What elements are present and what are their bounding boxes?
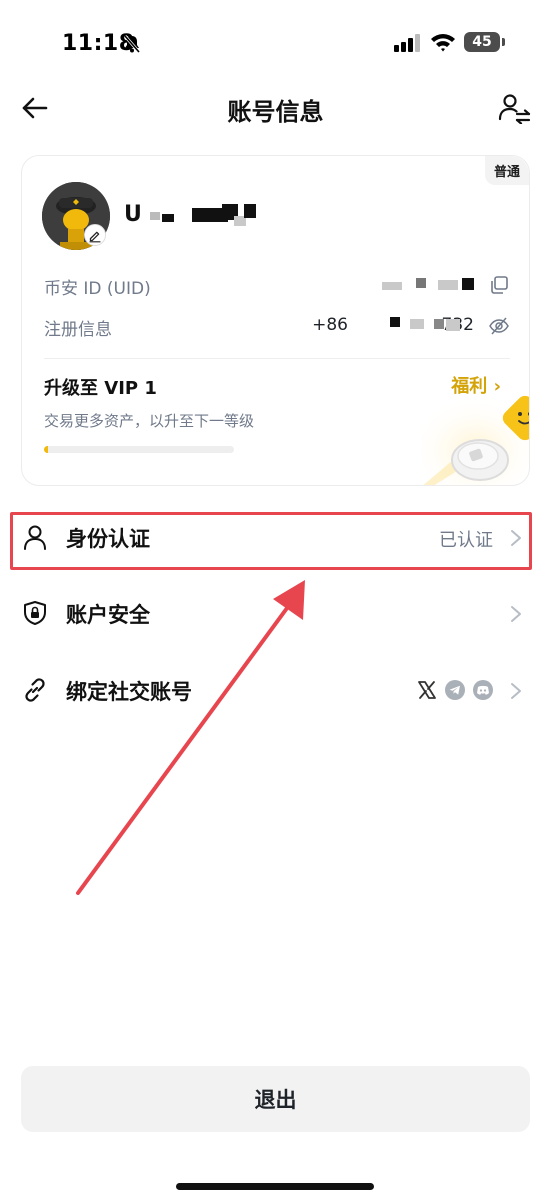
eye-off-icon[interactable]	[488, 315, 510, 337]
uid-label: 币安 ID (UID)	[44, 279, 151, 299]
chevron-right-icon	[511, 606, 521, 622]
page-title: 账号信息	[227, 98, 324, 126]
x-icon	[418, 681, 436, 699]
battery-cap	[502, 38, 505, 46]
register-label: 注册信息	[44, 320, 112, 340]
vip-progress-fill	[44, 446, 48, 453]
switch-account-icon[interactable]	[498, 92, 532, 124]
battery-indicator: 45	[464, 32, 500, 52]
copy-icon[interactable]	[488, 274, 510, 296]
link-icon	[25, 678, 45, 702]
shield-lock-icon	[24, 601, 46, 625]
redacted-block	[244, 204, 256, 218]
register-row: 注册信息 +86 732	[44, 313, 510, 341]
divider	[44, 358, 510, 359]
menu-label: 绑定社交账号	[66, 680, 192, 704]
signal-icon	[394, 34, 420, 52]
register-value: +86	[312, 315, 348, 335]
uid-row: 币安 ID (UID)	[44, 272, 510, 300]
redacted-block	[390, 317, 400, 327]
logout-button[interactable]: 退出	[21, 1066, 530, 1132]
discord-icon	[473, 680, 493, 700]
redacted-block	[446, 319, 460, 331]
account-tier-badge: 普通	[484, 156, 529, 185]
telegram-icon	[445, 680, 465, 700]
menu-label: 身份认证	[66, 527, 150, 551]
verification-status: 已认证	[439, 530, 493, 551]
nav-bar: 账号信息	[0, 80, 551, 136]
status-bar: 11:18 45	[0, 28, 551, 64]
bell-off-icon	[123, 35, 141, 53]
person-icon	[24, 525, 46, 550]
username: U	[124, 202, 143, 227]
vip-upgrade-title: 升级至 VIP 1	[44, 378, 157, 399]
vip-mascot-icon	[420, 394, 529, 485]
redacted-block	[162, 214, 174, 222]
redacted-block	[438, 280, 458, 290]
menu-item-account-security[interactable]: 账户安全	[0, 586, 551, 642]
chevron-right-icon	[511, 683, 521, 699]
chevron-right-icon	[511, 530, 521, 546]
vip-progress-bar	[44, 446, 234, 453]
redacted-block	[382, 282, 402, 290]
menu-label: 账户安全	[66, 603, 150, 627]
wifi-icon	[431, 34, 455, 52]
edit-icon[interactable]	[84, 224, 106, 246]
vip-upgrade-subtitle: 交易更多资产，以升至下一等级	[44, 412, 255, 430]
menu-item-identity-verification[interactable]: 身份认证 已认证	[0, 510, 551, 566]
redacted-block	[416, 278, 426, 288]
social-icons	[417, 679, 493, 701]
redacted-block	[150, 212, 160, 220]
menu-item-social-accounts[interactable]: 绑定社交账号	[0, 663, 551, 719]
redacted-block	[434, 319, 444, 329]
redacted-block	[462, 278, 474, 290]
home-indicator	[176, 1183, 374, 1190]
redacted-block	[410, 319, 424, 329]
profile-card: 普通 U 币安 ID (UID) 注册信息 +86 升级至 VIP 1 福利 ›…	[21, 155, 530, 486]
